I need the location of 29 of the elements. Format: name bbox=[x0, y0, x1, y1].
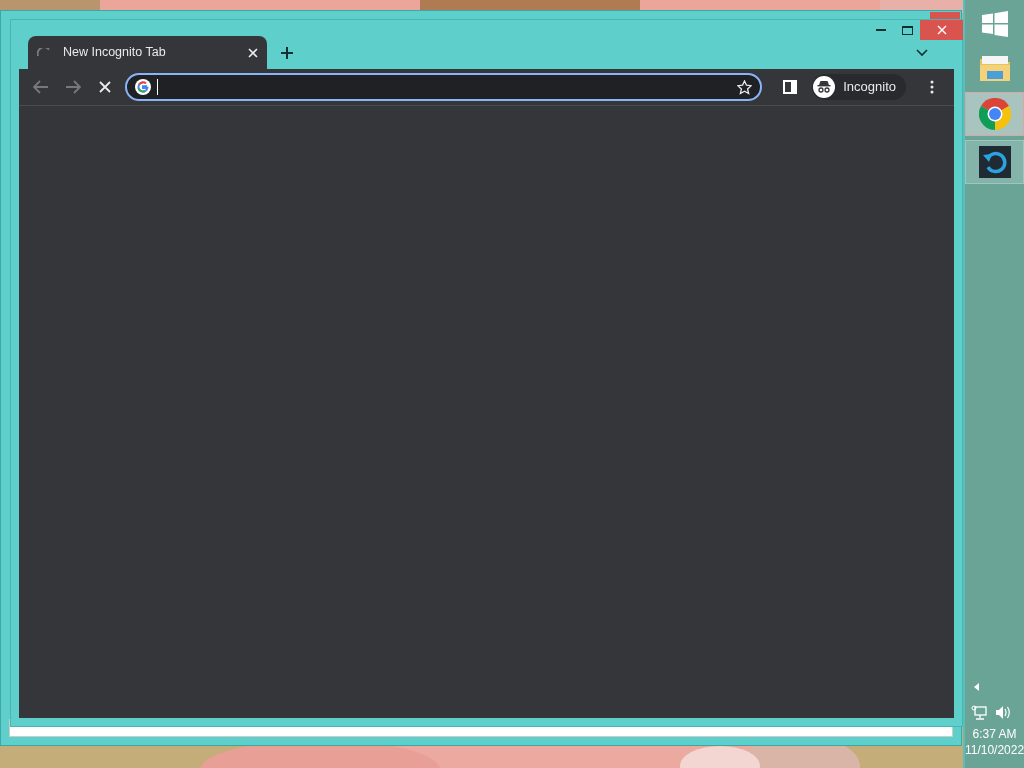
minimize-icon bbox=[876, 29, 886, 31]
network-icon[interactable] bbox=[971, 705, 987, 720]
incognito-button[interactable]: Incognito bbox=[812, 74, 906, 100]
stop-x-icon bbox=[99, 81, 111, 93]
back-arrow-icon bbox=[33, 80, 49, 94]
volume-icon[interactable] bbox=[995, 705, 1011, 720]
side-panel-icon bbox=[783, 80, 798, 94]
browser-tab[interactable]: New Incognito Tab bbox=[28, 36, 267, 69]
incognito-icon bbox=[813, 76, 836, 98]
address-bar[interactable] bbox=[125, 73, 763, 101]
clock-date: 11/10/2022 bbox=[964, 742, 1024, 758]
taskbar-button[interactable] bbox=[965, 140, 1024, 184]
close-icon[interactable] bbox=[248, 47, 258, 58]
loading-spinner-icon bbox=[37, 48, 50, 57]
tab-title: New Incognito Tab bbox=[63, 44, 167, 62]
plus-icon bbox=[280, 46, 294, 60]
profile-label: Incognito bbox=[843, 78, 896, 97]
g-logo-icon bbox=[135, 79, 151, 95]
windows-logo-icon bbox=[981, 11, 1008, 37]
folder-icon bbox=[978, 53, 1011, 83]
chrome-logo-icon bbox=[978, 98, 1011, 130]
text-cursor bbox=[157, 79, 158, 95]
star-icon[interactable] bbox=[737, 79, 753, 95]
chevron-down-icon bbox=[916, 49, 928, 57]
tray-arrow-icon[interactable] bbox=[974, 683, 979, 691]
maximize-icon bbox=[901, 25, 913, 35]
more-vertical-icon bbox=[930, 80, 934, 94]
close-icon bbox=[936, 25, 947, 35]
forward-arrow-icon bbox=[65, 80, 81, 94]
